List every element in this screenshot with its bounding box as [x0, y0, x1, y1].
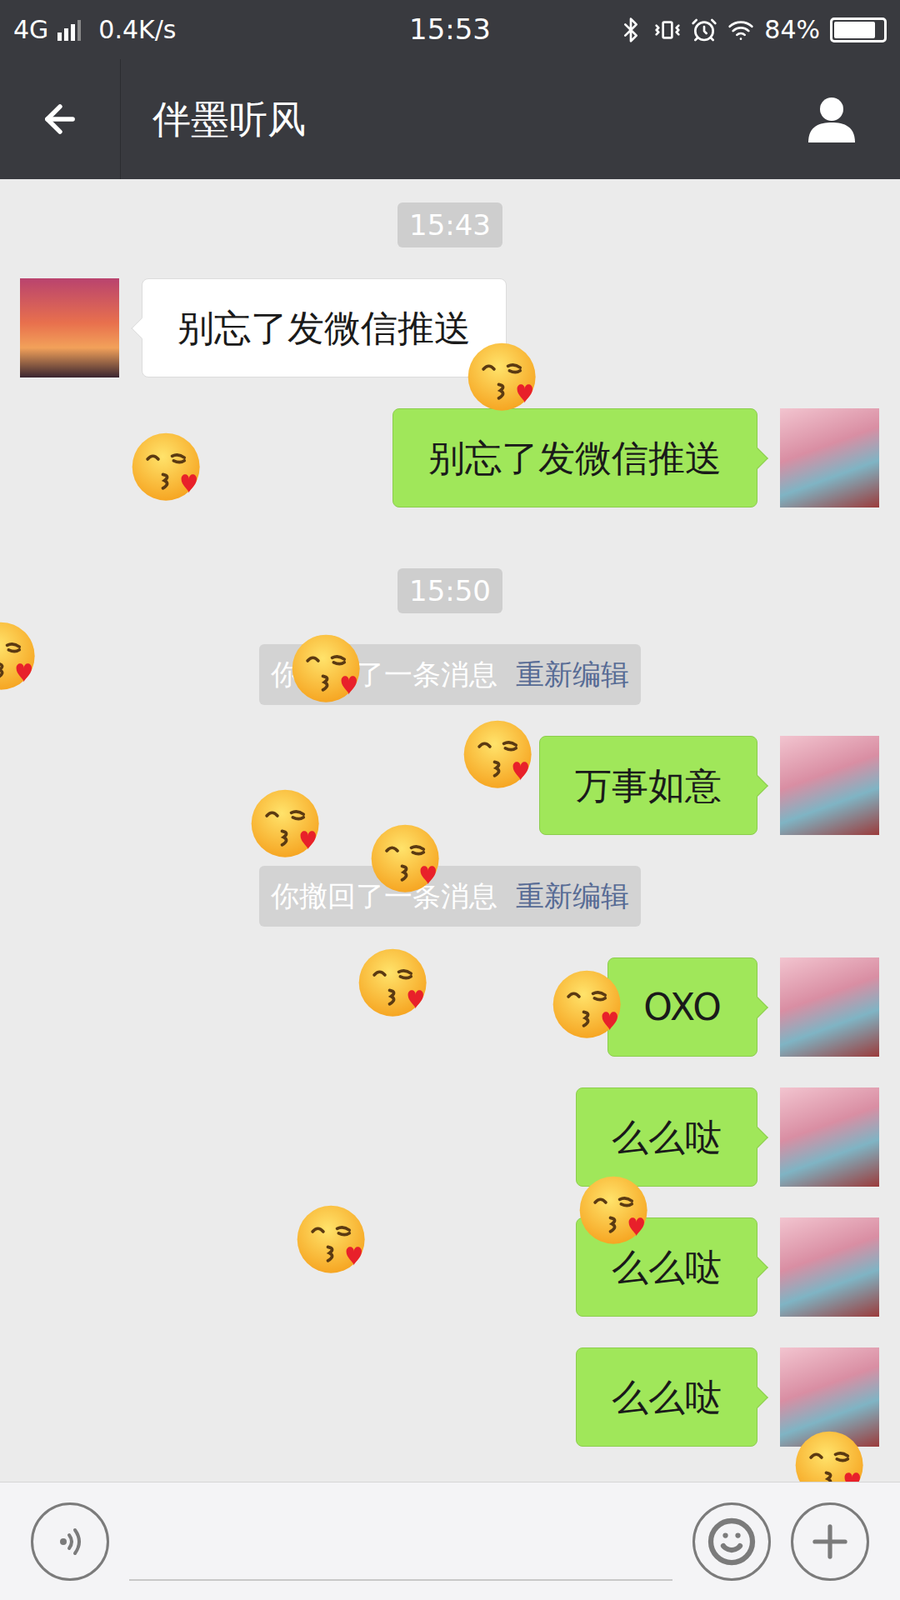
bluetooth-icon	[617, 16, 645, 44]
message-bubble[interactable]: OXO	[607, 957, 758, 1057]
message-bubble[interactable]: 么么哒	[575, 1347, 758, 1447]
kiss-emoji-icon	[576, 1173, 654, 1250]
outgoing-message: 别忘了发微信推送	[0, 408, 900, 508]
wifi-icon	[727, 16, 755, 44]
kiss-emoji-icon	[368, 821, 445, 899]
kiss-emoji-icon	[289, 631, 366, 709]
emoji-button[interactable]	[692, 1502, 771, 1581]
contact-avatar[interactable]	[20, 278, 120, 378]
kiss-emoji-icon	[460, 717, 538, 795]
timestamp: 15:50	[0, 568, 900, 614]
message-bubble[interactable]: 么么哒	[575, 1217, 758, 1317]
status-bar: 4G 0.4K/s 15:53 84%	[0, 0, 900, 60]
kiss-emoji-icon	[355, 945, 433, 1023]
clock: 15:53	[409, 8, 491, 51]
battery-icon	[830, 17, 887, 43]
re-edit-link[interactable]: 重新编辑	[515, 875, 630, 918]
my-avatar[interactable]	[780, 957, 880, 1057]
recall-notice: 你撤回了一条消息重新编辑	[0, 644, 900, 705]
kiss-emoji-icon	[248, 786, 325, 864]
message-bubble[interactable]: 万事如意	[539, 735, 758, 835]
my-avatar[interactable]	[780, 1217, 880, 1317]
my-avatar[interactable]	[780, 1347, 880, 1447]
recall-notice: 你撤回了一条消息重新编辑	[0, 865, 900, 927]
voice-icon	[53, 1525, 87, 1559]
kiss-emoji-icon	[465, 340, 542, 417]
chat-area: 15:43别忘了发微信推送别忘了发微信推送15:50你撤回了一条消息重新编辑万事…	[0, 179, 900, 1482]
more-button[interactable]	[790, 1502, 870, 1581]
battery-label: 84%	[764, 10, 820, 49]
back-arrow-icon	[38, 97, 82, 141]
plus-icon	[804, 1515, 856, 1568]
outgoing-message: 么么哒	[0, 1087, 900, 1187]
title-bar: 伴墨听风	[0, 59, 900, 180]
chat-title: 伴墨听风	[152, 90, 805, 149]
input-bar	[0, 1481, 900, 1600]
vibrate-icon	[654, 16, 681, 44]
kiss-emoji-icon	[792, 1428, 870, 1482]
my-avatar[interactable]	[780, 735, 880, 835]
outgoing-message: 么么哒	[0, 1217, 900, 1317]
kiss-emoji-icon	[0, 619, 41, 696]
outgoing-message: OXO	[0, 957, 900, 1057]
network-label: 4G	[13, 10, 49, 49]
signal-icon	[56, 19, 82, 41]
kiss-emoji-icon	[294, 1202, 371, 1280]
outgoing-message: 万事如意	[0, 735, 900, 835]
message-bubble[interactable]: 别忘了发微信推送	[141, 278, 507, 378]
message-input[interactable]	[129, 1502, 673, 1581]
timestamp: 15:43	[0, 202, 900, 248]
kiss-emoji-icon	[129, 430, 206, 507]
back-button[interactable]	[0, 59, 121, 180]
voice-button[interactable]	[30, 1502, 110, 1581]
re-edit-link[interactable]: 重新编辑	[515, 653, 630, 696]
message-bubble[interactable]: 别忘了发微信推送	[392, 408, 758, 508]
my-avatar[interactable]	[780, 1087, 880, 1187]
kiss-emoji-icon	[550, 967, 627, 1045]
contact-info-icon[interactable]	[805, 92, 859, 146]
outgoing-message: 么么哒	[0, 1347, 900, 1447]
incoming-message: 别忘了发微信推送	[0, 278, 900, 378]
message-bubble[interactable]: 么么哒	[575, 1087, 758, 1187]
speed-label: 0.4K/s	[98, 10, 176, 49]
smiley-icon	[706, 1516, 757, 1567]
alarm-icon	[690, 16, 718, 44]
my-avatar[interactable]	[780, 408, 880, 508]
